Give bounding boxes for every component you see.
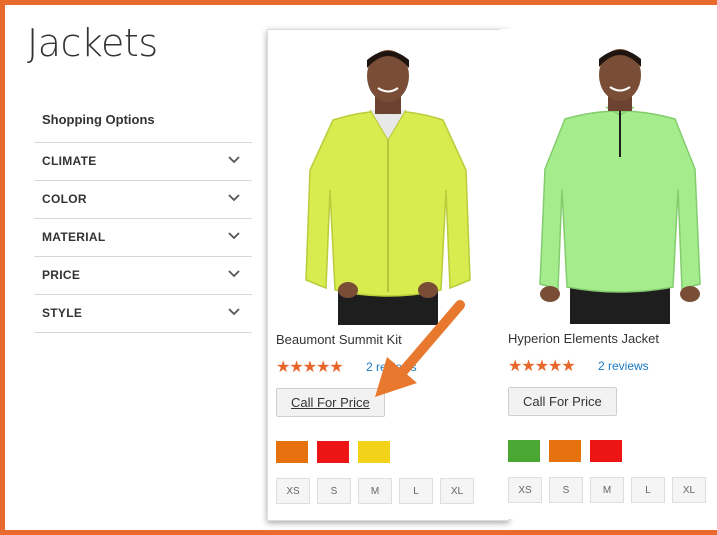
page-title: Jackets (27, 21, 158, 65)
product-photo-illustration (510, 39, 717, 324)
reviews-link[interactable]: 2 reviews (598, 359, 649, 373)
color-swatches (508, 440, 631, 467)
color-swatch[interactable] (508, 440, 540, 462)
size-option[interactable]: S (317, 478, 351, 504)
product-image[interactable] (510, 39, 717, 324)
size-option[interactable]: XS (508, 477, 542, 503)
size-option[interactable]: M (590, 477, 624, 503)
filter-label: PRICE (42, 268, 81, 282)
filter-color[interactable]: COLOR (34, 180, 252, 218)
color-swatch[interactable] (276, 441, 308, 463)
size-option[interactable]: S (549, 477, 583, 503)
call-for-price-button[interactable]: Call For Price (508, 387, 617, 416)
page-frame: Jackets Shopping Options CLIMATE COLOR M… (0, 0, 717, 535)
size-options: XS S M L XL (276, 478, 481, 504)
filter-label: MATERIAL (42, 230, 106, 244)
size-option[interactable]: M (358, 478, 392, 504)
filter-label: COLOR (42, 192, 87, 206)
chevron-down-icon (228, 270, 240, 278)
size-options: XS S M L XL (508, 477, 713, 503)
size-option[interactable]: L (399, 478, 433, 504)
call-for-price-label: Call For Price (523, 394, 602, 409)
filter-style[interactable]: STYLE (34, 294, 252, 333)
product-photo-illustration (278, 40, 498, 325)
sidebar-heading: Shopping Options (42, 112, 155, 127)
color-swatch[interactable] (358, 441, 390, 463)
sidebar: Shopping Options CLIMATE COLOR MATERIAL … (34, 108, 252, 333)
filter-label: CLIMATE (42, 154, 97, 168)
color-swatch[interactable] (317, 441, 349, 463)
product-card[interactable]: Beaumont Summit Kit ★★★★★ 2 reviews Call… (267, 29, 509, 521)
rating-stars: ★★★★★ (508, 358, 576, 375)
filter-material[interactable]: MATERIAL (34, 218, 252, 256)
filter-climate[interactable]: CLIMATE (34, 142, 252, 180)
call-for-price-button[interactable]: Call For Price (276, 388, 385, 417)
filter-price[interactable]: PRICE (34, 256, 252, 294)
product-name[interactable]: Beaumont Summit Kit (276, 332, 402, 347)
product-name[interactable]: Hyperion Elements Jacket (508, 331, 659, 346)
chevron-down-icon (228, 308, 240, 316)
color-swatch[interactable] (549, 440, 581, 462)
chevron-down-icon (228, 194, 240, 202)
product-card[interactable]: Hyperion Elements Jacket ★★★★★ 2 reviews… (500, 29, 717, 519)
size-option[interactable]: XS (276, 478, 310, 504)
size-option[interactable]: XL (672, 477, 706, 503)
filter-label: STYLE (42, 306, 83, 320)
color-swatch[interactable] (590, 440, 622, 462)
rating-stars: ★★★★★ (276, 359, 344, 376)
size-option[interactable]: L (631, 477, 665, 503)
size-option[interactable]: XL (440, 478, 474, 504)
product-image[interactable] (278, 40, 498, 325)
chevron-down-icon (228, 232, 240, 240)
chevron-down-icon (228, 156, 240, 164)
color-swatches (276, 441, 399, 468)
reviews-link[interactable]: 2 reviews (366, 360, 417, 374)
call-for-price-label: Call For Price (291, 395, 370, 410)
